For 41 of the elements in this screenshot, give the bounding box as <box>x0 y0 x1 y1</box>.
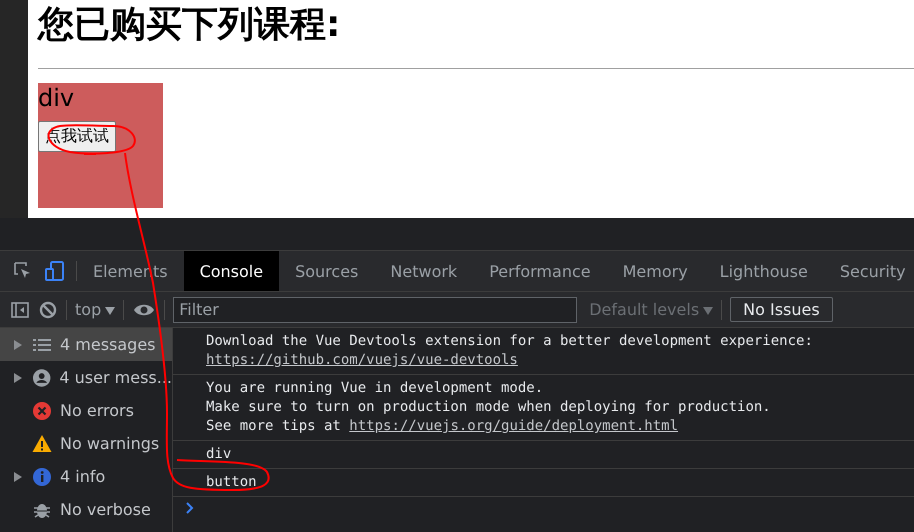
device-toolbar-icon <box>44 260 66 282</box>
clear-console-icon <box>38 300 58 320</box>
info-icon <box>32 466 52 486</box>
console-message: button <box>173 469 914 497</box>
sidebar-item[interactable]: 4 messages <box>0 328 172 361</box>
issues-button[interactable]: No Issues <box>730 297 833 322</box>
box-label: div <box>38 83 74 113</box>
sidebar-label: No warnings <box>60 434 160 453</box>
devtools-tab[interactable]: Network <box>374 251 474 291</box>
sidebar-label: 4 info <box>60 467 106 486</box>
devtools-tab[interactable]: Performance <box>473 251 607 291</box>
expand-triangle-icon <box>14 340 22 350</box>
devtools-tab[interactable]: Memory <box>606 251 704 291</box>
sidebar-item[interactable]: No warnings <box>0 427 172 460</box>
console-message: div <box>173 441 914 469</box>
devtools-tab[interactable]: Sources <box>279 251 374 291</box>
console-link[interactable]: https://vuejs.org/guide/deployment.html <box>349 418 678 434</box>
sidebar-label: No errors <box>60 401 134 420</box>
console-link[interactable]: https://github.com/vuejs/vue-devtools <box>206 352 518 368</box>
dropdown-caret-icon <box>105 307 116 315</box>
devtools-tab[interactable]: Console <box>184 251 280 291</box>
console-message: You are running Vue in development mode. Make sure to turn on production mode when deploying for production. See more tips at https://vuejs.org/guide/deployment.html <box>173 375 914 441</box>
warning-icon <box>32 434 52 454</box>
context-selector[interactable]: top <box>75 300 116 319</box>
sidebar-label: No verbose <box>60 500 151 519</box>
sidebar-item[interactable]: 4 info <box>0 460 172 493</box>
filter-field[interactable]: Filter <box>173 296 578 322</box>
expand-triangle-icon <box>14 472 22 482</box>
prompt-chevron-icon <box>185 501 195 515</box>
sidebar-toggle-icon <box>10 300 30 320</box>
error-icon <box>32 400 52 420</box>
page-heading: 您已购买下列课程: <box>38 3 342 47</box>
devtools-tab[interactable]: Lighthouse <box>704 251 824 291</box>
devtools-tab[interactable]: Security <box>824 251 914 291</box>
sidebar-item[interactable]: No errors <box>0 394 172 427</box>
sidebar-item[interactable]: No verbose <box>0 493 172 526</box>
expand-triangle-icon <box>14 372 22 382</box>
user-icon <box>32 368 52 388</box>
dropdown-caret-icon <box>703 307 714 315</box>
sidebar-label: 4 messages <box>60 335 156 354</box>
console-message: Download the Vue Devtools extension for a better development experience: https://github.com/vuejs/vue-devtools <box>173 328 914 375</box>
